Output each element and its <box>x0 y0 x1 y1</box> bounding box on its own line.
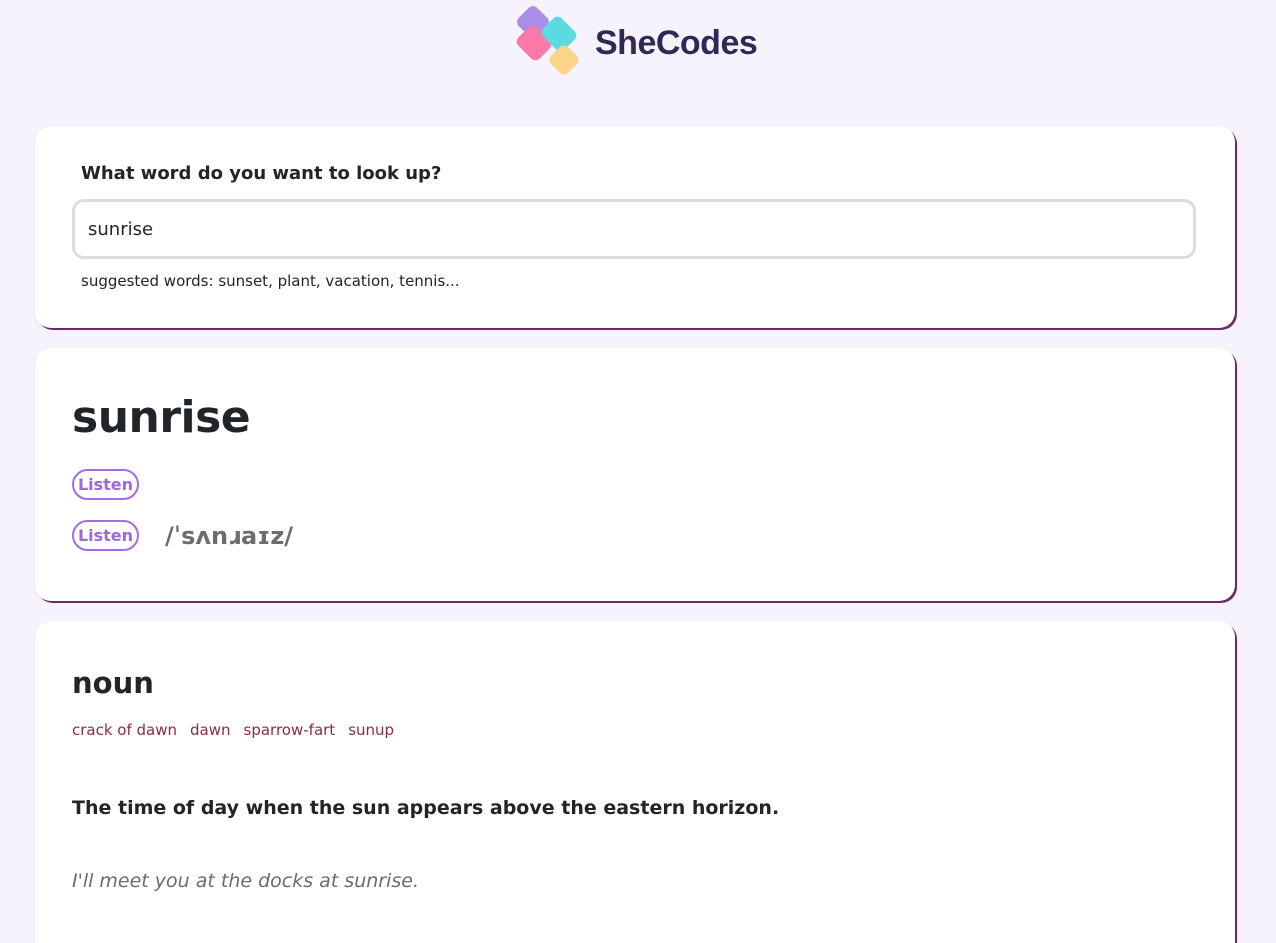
synonym-item[interactable]: dawn <box>190 721 231 739</box>
search-label: What word do you want to look up? <box>81 163 442 184</box>
shecodes-logo[interactable]: SheCodes <box>513 3 758 78</box>
listen-button[interactable]: Listen <box>72 469 139 500</box>
word-title: sunrise <box>72 392 251 443</box>
shecodes-logo-icon <box>513 3 589 78</box>
suggested-words-hint: suggested words: sunset, plant, vacation… <box>81 272 460 290</box>
word-card: sunrise Listen Listen /ˈsʌnɹaɪz/ <box>35 348 1235 601</box>
brand-name: SheCodes <box>595 23 758 62</box>
phonetic-row: Listen /ˈsʌnɹaɪz/ <box>72 520 293 551</box>
definition-text: The time of day when the sun appears abo… <box>72 797 780 819</box>
search-card: What word do you want to look up? sugges… <box>35 126 1235 328</box>
phonetic-text: /ˈsʌnɹaɪz/ <box>165 521 294 550</box>
part-of-speech: noun <box>72 666 154 700</box>
example-text: I'll meet you at the docks at sunrise. <box>72 870 420 892</box>
synonym-item[interactable]: sparrow-fart <box>244 721 336 739</box>
phonetic-row: Listen <box>72 469 165 500</box>
listen-button[interactable]: Listen <box>72 520 139 551</box>
page: SheCodes What word do you want to look u… <box>0 0 1276 943</box>
meaning-card: noun crack of dawn dawn sparrow-fart sun… <box>35 621 1235 943</box>
search-input[interactable] <box>72 199 1196 259</box>
logo-shape-yellow <box>547 43 581 77</box>
synonym-item[interactable]: crack of dawn <box>72 721 177 739</box>
synonym-item[interactable]: sunup <box>348 721 394 739</box>
synonyms-list: crack of dawn dawn sparrow-fart sunup <box>72 721 394 739</box>
